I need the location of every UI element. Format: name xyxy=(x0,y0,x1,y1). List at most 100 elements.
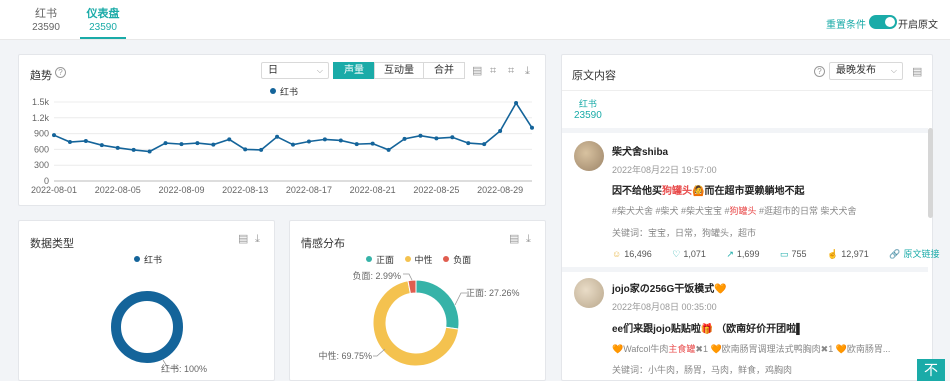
granularity-select[interactable]: 日 ⌵ xyxy=(261,62,329,79)
y-tick-label: 1.5k xyxy=(32,97,50,107)
expand-icon[interactable]: ⌗ xyxy=(508,65,514,77)
active-tab-underline xyxy=(80,37,126,39)
tab-dashboard[interactable]: 仪表盘 23590 xyxy=(80,8,126,34)
chevron-down-icon: ⌵ xyxy=(316,66,323,75)
post-text: 因不给他买狗罐头🙆而在超市耍赖躺地不起 xyxy=(612,182,804,197)
trend-title: 趋势 xyxy=(30,70,52,82)
data-point xyxy=(83,138,88,143)
x-tick-label: 2022-08-21 xyxy=(350,185,396,195)
data-point xyxy=(498,128,503,133)
tab-hongshu[interactable]: 红书 23590 xyxy=(28,8,64,34)
post-tags-highlight: 主食罐 xyxy=(668,344,696,354)
tab-count: 23590 xyxy=(32,22,60,33)
data-label: 红书: 100% xyxy=(161,363,207,374)
separator xyxy=(562,128,928,133)
trend-chart: 03006009001.2k1.5k2022-08-01 2022-08-05 20… xyxy=(31,97,534,195)
top-bar: 红书 23590 仪表盘 23590 重置条件 开启原文 xyxy=(0,0,950,40)
chevron-down-icon: ⌵ xyxy=(890,66,897,75)
data-point xyxy=(259,147,264,152)
data-point xyxy=(67,140,72,145)
data-point xyxy=(291,142,295,147)
original-link-label: 原文链接 xyxy=(903,249,940,259)
post-author[interactable]: 柴犬舍shiba xyxy=(612,143,668,158)
help-icon[interactable]: ? xyxy=(814,66,825,77)
post-stats: ☺ 16,496 ♡ 1,071 ↗ 1,699 ▭ 755 ☝ 12,971 🔗 原文链接 xyxy=(612,247,950,260)
scrollbar[interactable] xyxy=(928,128,933,218)
data-point xyxy=(386,147,391,152)
sentiment-donut: 正面: 27.26% 中性: 69.75% 负面: 2.99% xyxy=(318,270,520,367)
post-keywords: 关键词：宝宝，日常，狗罐头，超市 xyxy=(612,228,757,238)
data-point xyxy=(211,142,216,147)
document-icon[interactable]: ▤ xyxy=(472,65,482,77)
reset-conditions-link[interactable]: 重置条件 xyxy=(826,16,866,31)
data-point xyxy=(243,147,248,152)
data-point xyxy=(179,142,184,147)
post-author[interactable]: jojo家の256G干饭模式🧡 xyxy=(612,280,727,295)
views-count: 16,496 xyxy=(624,249,652,259)
stat-collects: ☝ 12,971 xyxy=(827,249,878,260)
stat-views: ☺ 16,496 xyxy=(612,249,661,259)
x-tick-label: 2022-08-25 xyxy=(413,185,459,195)
download-icon[interactable]: ⤓ xyxy=(526,233,531,245)
segment-volume[interactable]: 声量 xyxy=(333,62,375,79)
data-point xyxy=(450,135,455,140)
sort-select[interactable]: 最晚发布 ⌵ xyxy=(829,62,903,80)
download-icon[interactable]: ⤓ xyxy=(525,65,530,77)
segment-interaction[interactable]: 互动量 xyxy=(374,62,424,79)
document-icon[interactable]: ▤ xyxy=(509,233,519,245)
data-point xyxy=(482,142,487,147)
post-text: ee们来跟jojo贴贴啦🎁 （欧南好价开团啦▌ xyxy=(612,324,804,335)
post-item: jojo家の256G干饭模式🧡 2022年08月08日 00:35:00 ee们… xyxy=(574,278,919,378)
original-link[interactable]: 🔗 原文链接 xyxy=(889,247,948,260)
collects-count: 12,971 xyxy=(841,249,869,259)
post-tags: 🧡Wafcol牛肉主食罐✖1 🧡欧南肠胃调理法式鸭胸肉✖1 🧡欧南肠胃... xyxy=(612,342,890,355)
download-icon[interactable]: ⤓ xyxy=(255,233,260,245)
stat-comments: ▭ 755 xyxy=(780,249,816,260)
source-tab-label: 红书 xyxy=(578,99,597,109)
data-point xyxy=(275,134,280,139)
x-tick-label: 2022-08-01 xyxy=(31,185,77,195)
document-icon[interactable]: ▤ xyxy=(912,66,922,78)
x-tick-label: 2022-08-09 xyxy=(158,185,204,195)
x-tick-label: 2022-08-05 xyxy=(95,185,141,195)
y-tick-label: 300 xyxy=(34,160,49,170)
post-tags-part: ✖1 🧡欧南肠胃调理法式鸭胸肉✖1 🧡欧南肠胃... xyxy=(695,344,891,354)
data-point xyxy=(52,133,56,138)
post-tags-part: 🧡Wafcol牛肉 xyxy=(612,344,669,354)
data-point xyxy=(514,101,519,106)
back-to-top-button[interactable]: 不 xyxy=(917,359,945,381)
post-text-highlight: 狗罐头 xyxy=(662,186,692,197)
data-point xyxy=(115,145,120,150)
show-original-label: 开启原文 xyxy=(898,20,938,31)
help-icon[interactable]: ? xyxy=(55,67,66,78)
x-tick-label: 2022-08-29 xyxy=(477,185,523,195)
link-icon: 🔗 xyxy=(889,249,901,259)
data-point xyxy=(227,137,232,142)
post-item: 柴犬舍shiba 2022年08月22日 19:57:00 因不给他买狗罐头🙆而… xyxy=(574,141,940,261)
y-tick-label: 900 xyxy=(34,129,49,139)
data-type-donut: 红书: 100% xyxy=(111,291,207,374)
shares-count: 1,699 xyxy=(736,249,760,259)
tab-label: 仪表盘 xyxy=(86,8,120,20)
show-original-toggle[interactable] xyxy=(869,15,897,29)
crop-icon[interactable]: ⌗ xyxy=(490,65,496,77)
data-point xyxy=(147,149,152,154)
sentiment-title: 情感分布 xyxy=(301,238,345,250)
label-leader-line xyxy=(403,273,413,281)
granularity-value: 日 xyxy=(268,65,278,76)
document-icon[interactable]: ▤ xyxy=(238,233,248,245)
segment-merge[interactable]: 合并 xyxy=(423,62,465,79)
views-icon: ☺ xyxy=(612,249,622,259)
data-point xyxy=(418,133,423,138)
data-point xyxy=(195,141,200,146)
post-tags-part: #逛超市的日常 柴犬犬舍 xyxy=(756,206,857,216)
source-tab[interactable]: 红书 23590 xyxy=(574,98,602,122)
source-tab-count: 23590 xyxy=(574,110,602,121)
post-tags-highlight: 狗罐头 xyxy=(729,206,757,216)
x-tick-label: 2022-08-13 xyxy=(222,185,268,195)
post-tags: #柴犬犬舍 #柴犬 #柴犬宝宝 #狗罐头 #逛超市的日常 柴犬犬舍 xyxy=(612,204,857,217)
data-point xyxy=(163,141,168,146)
x-tick-label: 2022-08-17 xyxy=(286,185,332,195)
divider xyxy=(562,90,932,91)
avatar xyxy=(574,141,604,171)
